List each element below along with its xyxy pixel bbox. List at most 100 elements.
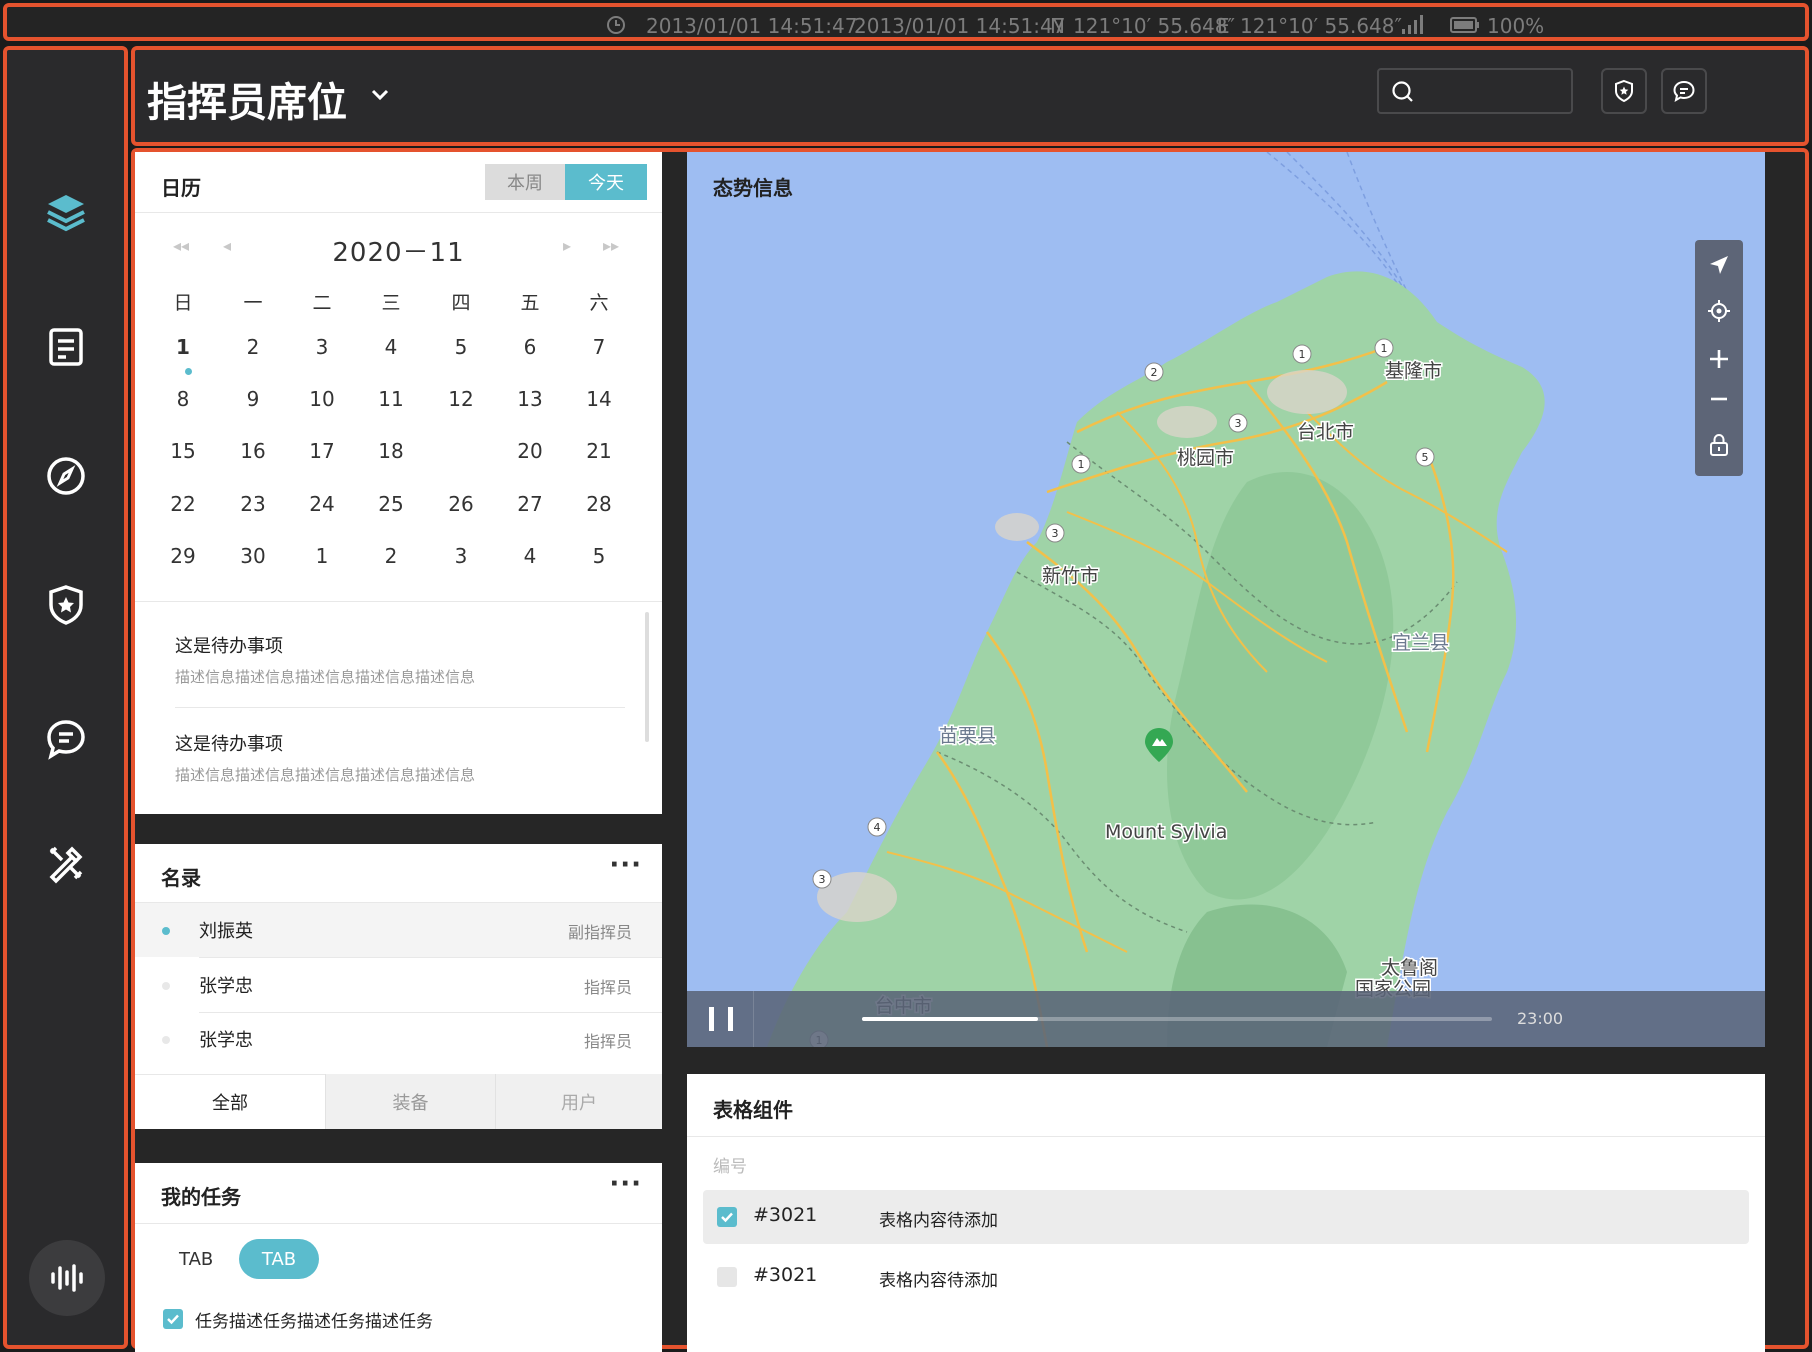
roster-row[interactable]: 张学忠 指挥员 [135,958,662,1012]
sidebar-item-shield[interactable] [27,566,104,643]
route-marker: 4 [867,817,887,837]
roster-role: 指挥员 [583,1032,632,1051]
map-card: 态势信息 1 1 2 3 1 3 5 4 3 基隆市 台北市 桃园市 新竹市 宜… [687,152,1765,1047]
calendar-day[interactable]: 14 [567,376,631,422]
row-checkbox[interactable] [717,1207,737,1227]
divider [135,212,662,213]
calendar-day[interactable]: 2 [221,324,285,370]
voice-button[interactable] [29,1240,105,1316]
divider [135,1223,662,1224]
todo-scrollbar[interactable] [645,612,649,742]
roster-card: 名录 ··· 刘振英 副指挥员 张学忠 指挥员 张学忠 指挥员 全部 装备 用户 [135,844,662,1129]
calendar-day[interactable]: 22 [151,481,215,527]
calendar-day[interactable]: 28 [567,481,631,527]
week-toggle-button[interactable]: 本周 [485,164,565,200]
next-year-icon[interactable]: ▸▸ [603,236,619,255]
weekday-label: 二 [312,292,332,314]
zoom-out-button[interactable] [1695,376,1743,422]
map-view[interactable]: 1123135431 基隆市台北市桃园市新竹市宜兰县苗栗县Mount Sylvi… [687,152,1765,1047]
messages-button[interactable] [1661,68,1707,114]
locate-button[interactable] [1695,288,1743,334]
sidebar-item-document[interactable] [27,308,104,385]
tab-equipment[interactable]: 装备 [325,1074,495,1129]
search-icon[interactable] [1391,80,1415,104]
task-tab[interactable]: TAB [179,1249,213,1270]
calendar-day[interactable]: 5 [567,533,631,579]
roster-more-icon[interactable]: ··· [609,850,642,880]
table-row[interactable]: #3021 表格内容待添加 [703,1190,1749,1244]
roster-row[interactable]: 张学忠 指挥员 [135,1012,662,1066]
check-icon [167,1314,179,1325]
sidebar-item-chat[interactable] [27,700,104,777]
calendar-day[interactable]: 1 [151,324,215,370]
calendar-day[interactable]: 15 [151,428,215,474]
row-content: 表格内容待添加 [879,1211,998,1231]
shield-star-icon [1615,79,1633,103]
calendar-day[interactable]: 26 [429,481,493,527]
tasks-more-icon[interactable]: ··· [609,1169,642,1199]
todo-title[interactable]: 这是待办事项 [175,632,283,658]
calendar-day[interactable]: 23 [221,481,285,527]
sidebar-item-compass[interactable] [27,437,104,514]
calendar-day-selected[interactable]: 19 [429,428,493,474]
task-label: 任务描述任务描述任务描述任务 [195,1312,433,1332]
calendar-day[interactable]: 12 [429,376,493,422]
playback-time: 23:00 [1517,1009,1564,1028]
todo-title[interactable]: 这是待办事项 [175,730,283,756]
roster-row[interactable]: 刘振英 副指挥员 [135,903,662,957]
calendar-day[interactable]: 7 [567,324,631,370]
calendar-day[interactable]: 4 [359,324,423,370]
search-input[interactable] [1423,76,1563,106]
calendar-day[interactable]: 18 [359,428,423,474]
calendar-day[interactable]: 3 [429,533,493,579]
search-box [1377,68,1573,114]
calendar-day[interactable]: 6 [498,324,562,370]
security-button[interactable] [1601,68,1647,114]
sidebar-item-tools[interactable] [27,824,104,901]
calendar-day[interactable]: 17 [290,428,354,474]
calendar-day[interactable]: 13 [498,376,562,422]
tab-all[interactable]: 全部 [135,1074,325,1129]
signal-icon [1400,14,1424,41]
today-toggle-button[interactable]: 今天 [565,164,647,200]
place-label: 桃园市 [1177,447,1234,469]
roster-role: 副指挥员 [567,923,632,942]
lock-button[interactable] [1695,422,1743,468]
calendar-day[interactable]: 25 [359,481,423,527]
pause-button[interactable] [709,1007,733,1031]
calendar-day[interactable]: 2 [359,533,423,579]
calendar-day[interactable]: 30 [221,533,285,579]
row-checkbox[interactable] [717,1267,737,1287]
calendar-day[interactable]: 9 [221,376,285,422]
calendar-day[interactable]: 10 [290,376,354,422]
calendar-day[interactable]: 5 [429,324,493,370]
calendar-title: 日历 [161,176,201,200]
task-tab-active[interactable]: TAB [239,1239,319,1279]
navigate-button[interactable] [1695,242,1743,288]
task-checkbox[interactable] [163,1309,183,1329]
calendar-day[interactable]: 20 [498,428,562,474]
tab-users[interactable]: 用户 [495,1074,662,1129]
status-dot [162,982,170,990]
todo-desc: 描述信息描述信息描述信息描述信息描述信息 [175,668,476,686]
weekday-label: 一 [243,292,263,314]
calendar-day[interactable]: 16 [221,428,285,474]
title-dropdown-button[interactable] [367,82,393,108]
calendar-day[interactable]: 24 [290,481,354,527]
calendar-day[interactable]: 27 [498,481,562,527]
calendar-day[interactable]: 1 [290,533,354,579]
calendar-day[interactable]: 11 [359,376,423,422]
calendar-day[interactable]: 21 [567,428,631,474]
divider [135,601,662,602]
next-month-icon[interactable]: ▸ [563,236,571,255]
sidebar-item-layers[interactable] [27,174,104,251]
calendar-day[interactable]: 29 [151,533,215,579]
status-time-2: 2013/01/01 14:51:47 [854,14,1066,38]
layers-icon [46,194,85,231]
map-controls [1695,240,1743,476]
table-row[interactable]: #3021 表格内容待添加 [703,1250,1749,1304]
calendar-day[interactable]: 8 [151,376,215,422]
calendar-day[interactable]: 4 [498,533,562,579]
playback-slider[interactable] [862,1017,1492,1021]
calendar-day[interactable]: 3 [290,324,354,370]
